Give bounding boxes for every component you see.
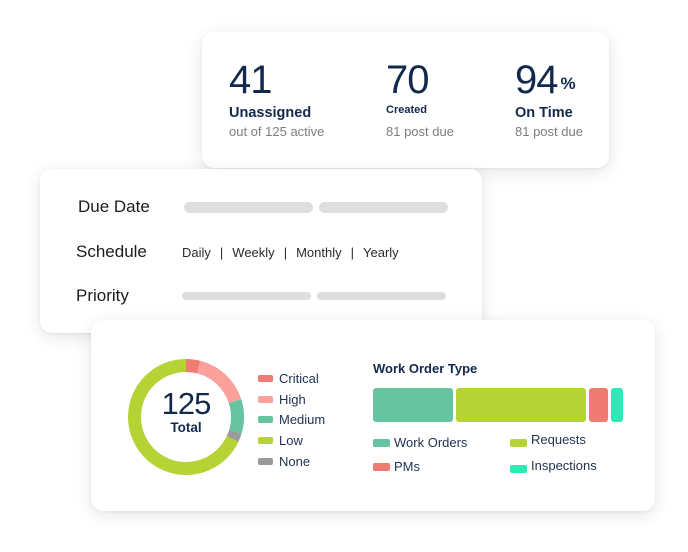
legend-swatch bbox=[258, 436, 273, 444]
priority-field-1[interactable] bbox=[182, 292, 311, 300]
separator: | bbox=[219, 244, 224, 260]
legend-item-medium[interactable]: Medium bbox=[258, 409, 325, 430]
legend-item-critical[interactable]: Critical bbox=[258, 368, 325, 389]
stat-value: 41 bbox=[229, 58, 272, 102]
donut-center: 125 Total bbox=[136, 386, 236, 436]
work-order-type-bar bbox=[373, 388, 623, 422]
legend-label: Medium bbox=[279, 412, 326, 428]
schedule-option-monthly[interactable]: Monthly bbox=[296, 245, 342, 260]
bar-segment-inspections[interactable] bbox=[610, 388, 623, 422]
legend-label: Critical bbox=[279, 370, 319, 386]
legend-item-inspections[interactable]: Inspections bbox=[510, 458, 597, 473]
due-date-row: Due Date bbox=[78, 197, 454, 217]
legend-label: PMs bbox=[394, 459, 420, 474]
donut-total-value: 125 bbox=[161, 386, 212, 421]
legend-label: High bbox=[279, 391, 306, 407]
schedule-option-yearly[interactable]: Yearly bbox=[363, 245, 399, 260]
stat-subtext: 81 post due bbox=[386, 124, 454, 139]
priority-field-2[interactable] bbox=[317, 292, 446, 300]
filter-card: Due Date Schedule Daily | Weekly | Month… bbox=[40, 169, 482, 333]
stat-subtext: 81 post due bbox=[515, 124, 583, 139]
stat-value: 70 bbox=[386, 58, 429, 102]
legend-item-pms[interactable]: PMs bbox=[373, 459, 420, 474]
due-date-start-field[interactable] bbox=[184, 201, 313, 213]
due-date-end-field[interactable] bbox=[319, 201, 448, 213]
chart-card: 125 Total Critical High Medium Low None Work… bbox=[91, 320, 655, 511]
schedule-option-daily[interactable]: Daily bbox=[182, 245, 211, 260]
stat-on-time[interactable]: 94% On Time 81 post due bbox=[515, 58, 583, 139]
schedule-option-weekly[interactable]: Weekly bbox=[232, 245, 274, 260]
due-date-label: Due Date bbox=[78, 197, 150, 216]
schedule-label: Schedule bbox=[76, 242, 147, 261]
legend-swatch bbox=[258, 374, 273, 382]
legend-item-requests[interactable]: Requests bbox=[510, 432, 586, 447]
separator: | bbox=[350, 244, 354, 260]
legend-label: Requests bbox=[531, 432, 586, 447]
legend-swatch bbox=[373, 462, 390, 471]
donut-total-label: Total bbox=[170, 420, 202, 435]
priority-legend: Critical High Medium Low None bbox=[258, 368, 325, 471]
stat-label: On Time bbox=[515, 105, 573, 121]
priority-row: Priority bbox=[76, 286, 452, 306]
bar-segment-pms[interactable] bbox=[588, 388, 608, 422]
stat-label: Created bbox=[386, 104, 427, 116]
separator: | bbox=[283, 244, 288, 260]
legend-swatch bbox=[258, 416, 273, 424]
legend-label: Low bbox=[279, 432, 303, 448]
legend-label: None bbox=[279, 453, 311, 469]
legend-swatch bbox=[258, 457, 273, 465]
stat-value: 94% bbox=[515, 58, 576, 102]
legend-label: Inspections bbox=[531, 458, 597, 473]
legend-swatch bbox=[258, 395, 273, 403]
legend-item-low[interactable]: Low bbox=[258, 430, 325, 451]
percent-suffix: % bbox=[560, 74, 576, 93]
bar-segment-requests[interactable] bbox=[455, 388, 586, 422]
legend-item-high[interactable]: High bbox=[258, 389, 325, 410]
legend-swatch bbox=[510, 438, 527, 447]
legend-swatch bbox=[510, 464, 527, 473]
legend-swatch bbox=[373, 438, 390, 447]
stats-card: 41 Unassigned out of 125 active 70 Creat… bbox=[202, 32, 609, 168]
legend-item-work-orders[interactable]: Work Orders bbox=[373, 435, 467, 450]
stat-label: Unassigned bbox=[229, 105, 312, 121]
stat-created[interactable]: 70 Created 81 post due bbox=[386, 58, 454, 139]
stat-subtext: out of 125 active bbox=[229, 124, 325, 139]
work-order-type-title: Work Order Type bbox=[373, 361, 478, 376]
legend-label: Work Orders bbox=[394, 435, 468, 450]
legend-item-none[interactable]: None bbox=[258, 451, 325, 472]
priority-label: Priority bbox=[76, 286, 129, 305]
bar-segment-work-orders[interactable] bbox=[373, 388, 453, 422]
stat-unassigned[interactable]: 41 Unassigned out of 125 active bbox=[229, 58, 324, 139]
schedule-row: Schedule Daily | Weekly | Monthly | Year… bbox=[76, 242, 399, 262]
